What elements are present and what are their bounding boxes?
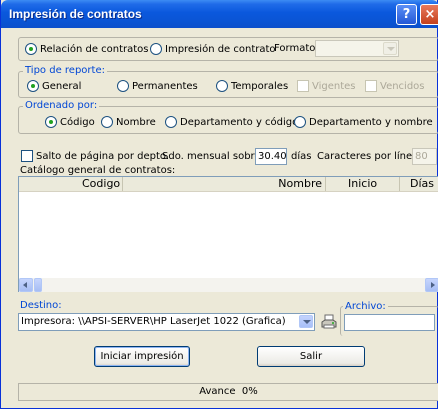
radio-indicator <box>117 80 129 92</box>
scroll-left-icon[interactable] <box>19 278 33 292</box>
radio-label: Temporales <box>231 80 289 92</box>
file-input[interactable] <box>344 314 435 331</box>
radio-label: Relación de contratos <box>40 43 149 55</box>
radio-indicator <box>101 116 113 128</box>
grid-header: Codigo Nombre Inicio Días <box>19 177 438 192</box>
radio-indicator <box>216 80 228 92</box>
file-legend: Archivo: <box>343 301 388 312</box>
column-header-codigo[interactable]: Codigo <box>19 177 123 191</box>
start-print-button[interactable]: Iniciar impresión <box>94 346 190 367</box>
monthly-label: Sdo. mensual sobre: <box>162 151 264 162</box>
radio-indicator <box>294 116 306 128</box>
radio-label: Nombre <box>116 116 156 128</box>
format-label: Formato: <box>274 43 319 54</box>
format-select[interactable] <box>315 40 399 57</box>
days-label: días <box>291 151 312 162</box>
report-type-group: Tipo de reporte: General Permanentes Tem… <box>18 65 438 98</box>
progress-bar: Avance 0% <box>18 383 438 401</box>
radio-departamento-nombre[interactable]: Departamento y nombre <box>294 116 433 128</box>
chars-input[interactable]: 80 <box>412 148 437 165</box>
chevron-down-icon[interactable] <box>299 315 313 328</box>
title-bar[interactable]: Impresión de contratos ? × <box>1 0 438 28</box>
radio-impresion-contrato[interactable]: Impresión de contrato <box>150 43 276 55</box>
column-header-nombre[interactable]: Nombre <box>123 177 326 191</box>
radio-departamento-codigo[interactable]: Departamento y código <box>165 116 298 128</box>
checkbox-label: Vencidos <box>380 80 425 92</box>
radio-codigo[interactable]: Código <box>45 116 95 128</box>
destination-legend: Destino: <box>20 300 62 311</box>
radio-label: Departamento y nombre <box>309 116 433 128</box>
help-button[interactable]: ? <box>396 4 417 25</box>
catalog-grid[interactable]: Codigo Nombre Inicio Días <box>18 176 438 292</box>
file-group: Archivo: <box>340 301 438 336</box>
radio-label: Permanentes <box>132 80 198 92</box>
radio-indicator <box>27 80 39 92</box>
catalog-title: Catálogo general de contratos: <box>20 165 176 176</box>
radio-indicator <box>165 116 177 128</box>
scroll-thumb[interactable] <box>34 278 42 292</box>
checkbox-vigentes[interactable]: Vigentes <box>297 80 356 92</box>
print-mode-group: Relación de contratos Impresión de contr… <box>18 37 438 61</box>
checkbox-indicator <box>365 80 377 92</box>
radio-indicator <box>150 43 162 55</box>
radio-label: General <box>42 80 82 92</box>
destination-group: Destino: Impresora: \\APSI-SERVER\HP Las… <box>18 300 337 333</box>
checkbox-indicator <box>21 150 33 162</box>
sort-legend: Ordenado por: <box>23 100 100 111</box>
printer-value: Impresora: \\APSI-SERVER\HP LaserJet 102… <box>21 316 286 327</box>
radio-relacion-contratos[interactable]: Relación de contratos <box>25 43 149 55</box>
checkbox-vencidos[interactable]: Vencidos <box>365 80 425 92</box>
printer-select[interactable]: Impresora: \\APSI-SERVER\HP LaserJet 102… <box>18 313 315 331</box>
horizontal-scrollbar[interactable] <box>19 278 438 292</box>
radio-temporales[interactable]: Temporales <box>216 80 288 92</box>
exit-button[interactable]: Salir <box>257 346 365 367</box>
radio-permanentes[interactable]: Permanentes <box>117 80 198 92</box>
scroll-right-icon[interactable] <box>425 278 438 292</box>
radio-label: Código <box>60 116 95 128</box>
radio-label: Departamento y código <box>180 116 299 128</box>
checkbox-label: Vigentes <box>312 80 356 92</box>
print-contracts-window: Impresión de contratos ? × Relación de c… <box>0 0 438 409</box>
radio-nombre[interactable]: Nombre <box>101 116 156 128</box>
checkbox-page-break[interactable]: Salto de página por depto. <box>21 150 169 162</box>
window-title: Impresión de contratos <box>9 7 142 21</box>
monthly-input[interactable]: 30.40 <box>255 148 287 165</box>
report-type-legend: Tipo de reporte: <box>23 65 107 76</box>
column-header-dias[interactable]: Días <box>400 177 438 191</box>
checkbox-indicator <box>297 80 309 92</box>
printer-icon[interactable] <box>321 314 337 330</box>
column-header-inicio[interactable]: Inicio <box>326 177 400 191</box>
radio-indicator <box>45 116 57 128</box>
sort-group: Ordenado por: Código Nombre Departamento… <box>18 100 438 134</box>
checkbox-label: Salto de página por depto. <box>36 150 170 162</box>
radio-indicator <box>25 43 37 55</box>
chars-label: Caracteres por línea: <box>317 151 422 162</box>
progress-text: Avance 0% <box>199 386 258 397</box>
radio-label: Impresión de contrato <box>165 43 276 55</box>
chevron-down-icon[interactable] <box>383 42 397 55</box>
radio-general[interactable]: General <box>27 80 81 92</box>
close-button[interactable]: × <box>420 4 438 25</box>
